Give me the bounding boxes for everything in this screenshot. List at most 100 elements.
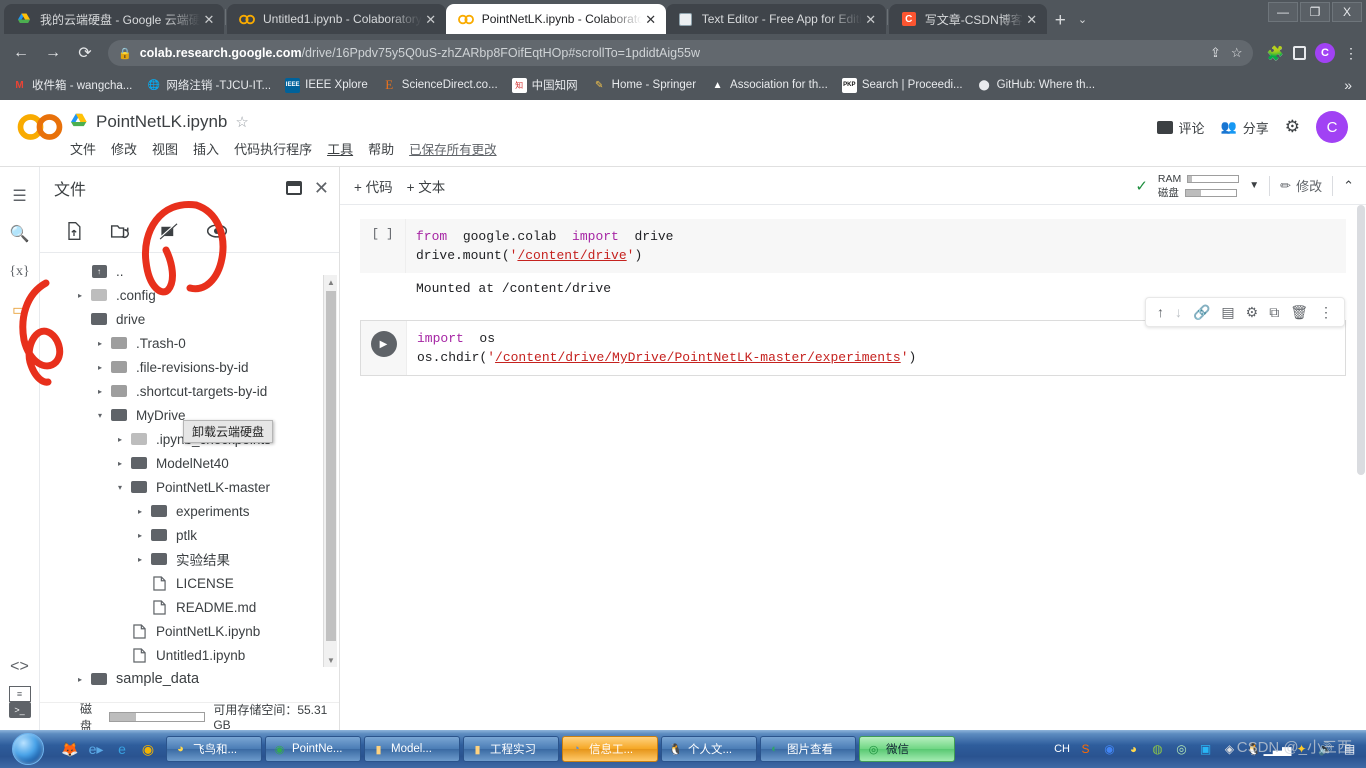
browser-tab-4[interactable]: C 写文章-CSDN博客 ✕ bbox=[888, 4, 1047, 34]
terminal-icon[interactable]: >_ bbox=[8, 702, 31, 718]
star-icon[interactable]: ☆ bbox=[235, 113, 248, 131]
address-bar[interactable]: 🔒 colab.research.google.com/drive/16Ppdv… bbox=[108, 40, 1253, 66]
comment-icon[interactable]: ▤ bbox=[1221, 304, 1234, 321]
gear-icon[interactable]: ⚙ bbox=[1285, 117, 1300, 137]
move-up-icon[interactable]: ↑ bbox=[1157, 304, 1164, 320]
browser-tab-2[interactable]: PointNetLK.ipynb - Colaboratory ✕ bbox=[445, 4, 666, 34]
expand-arrow-icon[interactable]: ▸ bbox=[92, 339, 108, 348]
menu-item-edit[interactable]: 修改 bbox=[111, 139, 137, 158]
shield-icon[interactable]: ◈ bbox=[1221, 741, 1238, 758]
menu-item-tools[interactable]: 工具 bbox=[327, 139, 353, 158]
start-button[interactable] bbox=[4, 732, 52, 766]
close-icon[interactable]: ✕ bbox=[200, 13, 218, 26]
file-tree-row[interactable]: ▸ .file-revisions-by-id bbox=[40, 355, 339, 379]
taskbar-button-5[interactable]: 🐧 个人文... bbox=[661, 736, 757, 762]
close-window-button[interactable]: X bbox=[1332, 2, 1362, 22]
maximize-button[interactable]: ❐ bbox=[1300, 2, 1330, 22]
profile-avatar[interactable]: C bbox=[1315, 43, 1335, 63]
delete-icon[interactable]: 🗑 bbox=[1290, 304, 1308, 321]
file-tree-row[interactable]: LICENSE bbox=[40, 571, 339, 595]
collapse-arrow-icon[interactable]: ▾ bbox=[92, 411, 108, 420]
close-icon[interactable]: ✕ bbox=[1023, 13, 1041, 26]
link-icon[interactable]: 🔗 bbox=[1193, 304, 1210, 321]
expand-arrow-icon[interactable]: ▸ bbox=[72, 675, 88, 684]
upload-icon[interactable] bbox=[64, 221, 84, 241]
file-tree-row[interactable]: ▸ ModelNet40 bbox=[40, 451, 339, 475]
ime-indicator[interactable]: CH bbox=[1054, 743, 1070, 755]
save-status[interactable]: 已保存所有更改 bbox=[409, 139, 497, 158]
code-snippets-icon[interactable]: <> bbox=[4, 648, 36, 686]
expand-arrow-icon[interactable]: ▸ bbox=[132, 555, 148, 564]
variables-icon[interactable]: {x} bbox=[4, 253, 36, 291]
run-cell-button[interactable]: ▶ bbox=[370, 331, 397, 357]
bookmark-6[interactable]: ▲ Association for th... bbox=[704, 76, 834, 95]
code-cell-1[interactable]: [ ] from google.colab import drive drive… bbox=[360, 219, 1346, 306]
expand-arrow-icon[interactable]: ▸ bbox=[92, 387, 108, 396]
open-in-new-icon[interactable] bbox=[285, 181, 302, 195]
mirror-cell-icon[interactable]: ⧉ bbox=[1269, 304, 1279, 321]
file-tree-row[interactable]: ▸ 实验结果 bbox=[40, 547, 339, 571]
expand-arrow-icon[interactable]: ▸ bbox=[72, 291, 88, 300]
wechat-tray-icon[interactable]: ◎ bbox=[1173, 741, 1190, 758]
sidepanel-icon[interactable] bbox=[1293, 46, 1306, 60]
search-icon[interactable]: 🔍 bbox=[4, 215, 36, 253]
file-tree-row[interactable]: ▸ sample_data bbox=[40, 667, 339, 691]
browser-tab-1[interactable]: Untitled1.ipynb - Colaboratory ✕ bbox=[227, 4, 446, 34]
more-vert-icon[interactable]: ⋮ bbox=[1344, 45, 1358, 62]
expand-arrow-icon[interactable]: ▸ bbox=[112, 459, 128, 468]
taskbar-button-3[interactable]: ▮ 工程实习 bbox=[463, 736, 559, 762]
minimize-button[interactable]: — bbox=[1268, 2, 1298, 22]
chrome-icon[interactable]: ◉ bbox=[138, 739, 158, 759]
edit-button[interactable]: ✏ 修改 bbox=[1280, 176, 1322, 195]
expand-arrow-icon[interactable]: ▸ bbox=[92, 363, 108, 372]
share-button[interactable]: 👥 分享 bbox=[1221, 118, 1269, 137]
taskbar-button-2[interactable]: ▮ Model... bbox=[364, 736, 460, 762]
more-vert-icon[interactable]: ⋮ bbox=[1319, 304, 1333, 321]
back-icon[interactable]: ← bbox=[8, 40, 34, 66]
hamburger-icon[interactable]: ☰ bbox=[4, 177, 36, 215]
add-code-cell-button[interactable]: + 代码 bbox=[354, 176, 393, 196]
file-tree-row[interactable]: ▸ .Trash-0 bbox=[40, 331, 339, 355]
bookmark-0[interactable]: M 收件箱 - wangcha... bbox=[6, 75, 138, 95]
scrollbar-thumb[interactable] bbox=[326, 291, 336, 641]
file-tree-row[interactable]: ▾ PointNetLK-master bbox=[40, 475, 339, 499]
forward-icon[interactable]: → bbox=[40, 40, 66, 66]
move-down-icon[interactable]: ↓ bbox=[1175, 304, 1182, 320]
file-tree-row[interactable]: PointNetLK.ipynb bbox=[40, 619, 339, 643]
collapse-arrow-icon[interactable]: ▾ bbox=[112, 483, 128, 492]
bookmarks-overflow-icon[interactable]: » bbox=[1344, 77, 1360, 93]
chrome-tray-icon[interactable]: ◉ bbox=[1101, 741, 1118, 758]
bookmark-4[interactable]: 知中国知网 bbox=[506, 75, 584, 95]
close-icon[interactable]: ✕ bbox=[314, 178, 329, 199]
resource-meters[interactable]: RAM 磁盘 bbox=[1158, 173, 1240, 199]
file-tree-row[interactable]: README.md bbox=[40, 595, 339, 619]
taskbar-button-7[interactable]: ◎ 微信 bbox=[859, 736, 955, 762]
menu-item-runtime[interactable]: 代码执行程序 bbox=[234, 139, 312, 158]
settings-icon[interactable]: ⚙ bbox=[1246, 304, 1259, 321]
bookmark-1[interactable]: 🌐 网络注销 -TJCU-IT... bbox=[140, 75, 277, 95]
toggle-hidden-eye-icon[interactable] bbox=[206, 222, 228, 240]
bookmark-7[interactable]: PKP Search | Proceedi... bbox=[836, 76, 969, 95]
ie-quick-icon[interactable]: e▸ bbox=[86, 739, 106, 759]
add-text-cell-button[interactable]: + 文本 bbox=[407, 176, 446, 196]
app1-icon[interactable]: ◕ bbox=[1125, 741, 1142, 758]
blue-icon[interactable]: ▣ bbox=[1197, 741, 1214, 758]
toc-icon[interactable]: ≡ bbox=[8, 686, 31, 702]
unmount-drive-icon[interactable] bbox=[158, 221, 180, 241]
close-icon[interactable]: ✕ bbox=[862, 13, 880, 26]
menu-item-insert[interactable]: 插入 bbox=[193, 139, 219, 158]
taskbar-button-1[interactable]: ◉ PointNe... bbox=[265, 736, 361, 762]
menu-item-help[interactable]: 帮助 bbox=[368, 139, 394, 158]
expand-arrow-icon[interactable]: ▸ bbox=[132, 507, 148, 516]
bookmark-star-icon[interactable]: ☆ bbox=[1231, 45, 1243, 61]
cell-gutter[interactable]: ▶ bbox=[361, 321, 407, 375]
bookmark-2[interactable]: IEEE IEEE Xplore bbox=[279, 76, 374, 95]
scroll-up-icon[interactable]: ▲ bbox=[324, 275, 338, 289]
menu-item-view[interactable]: 视图 bbox=[152, 139, 178, 158]
chevron-up-icon[interactable]: ⌃ bbox=[1343, 178, 1354, 194]
expand-arrow-icon[interactable]: ▸ bbox=[132, 531, 148, 540]
notebook-scrollbar[interactable] bbox=[1356, 205, 1366, 730]
browser-tab-0[interactable]: 我的云端硬盘 - Google 云端硬盘 ✕ bbox=[4, 4, 224, 34]
taskbar-button-4[interactable]: ◔ 信息工... bbox=[562, 736, 658, 762]
cell-code[interactable]: from google.colab import drive drive.mou… bbox=[406, 219, 1346, 273]
